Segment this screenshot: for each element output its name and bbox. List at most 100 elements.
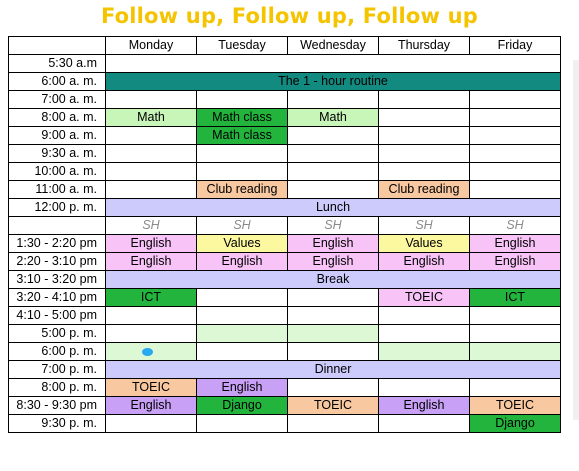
event-cell[interactable]: Django [196, 396, 288, 415]
empty-cell[interactable] [469, 324, 561, 343]
empty-cell[interactable] [469, 90, 561, 109]
event-cell[interactable]: English [287, 252, 379, 271]
empty-cell[interactable] [196, 414, 288, 433]
time-cell[interactable]: 4:10 - 5:00 pm [8, 306, 106, 325]
time-cell[interactable]: 5:30 a.m [8, 54, 106, 73]
time-cell[interactable]: 8:00 a. m. [8, 108, 106, 127]
time-cell[interactable]: 9:30 p. m. [8, 414, 106, 433]
empty-cell[interactable] [105, 180, 197, 199]
empty-cell[interactable] [287, 126, 379, 145]
empty-cell[interactable] [469, 126, 561, 145]
day-header-thursday[interactable]: Thursday [378, 36, 470, 55]
empty-cell[interactable] [287, 288, 379, 307]
empty-cell[interactable] [196, 288, 288, 307]
empty-cell[interactable] [196, 162, 288, 181]
empty-cell[interactable] [287, 342, 379, 361]
event-cell[interactable]: TOEIC [287, 396, 379, 415]
event-cell[interactable]: SH [469, 216, 561, 235]
empty-cell[interactable] [196, 90, 288, 109]
empty-cell[interactable] [105, 324, 197, 343]
empty-cell[interactable] [196, 324, 288, 343]
event-cell[interactable]: TOEIC [105, 378, 197, 397]
time-cell[interactable]: 5:00 p. m. [8, 324, 106, 343]
time-cell[interactable]: 9:30 a. m. [8, 144, 106, 163]
time-cell[interactable]: 8:30 - 9:30 pm [8, 396, 106, 415]
time-cell[interactable]: 6:00 a. m. [8, 72, 106, 91]
event-cell[interactable]: Math class [196, 126, 288, 145]
empty-cell[interactable] [378, 378, 470, 397]
event-cell[interactable]: English [105, 396, 197, 415]
event-cell[interactable]: ICT [105, 288, 197, 307]
empty-cell[interactable] [469, 306, 561, 325]
empty-cell[interactable] [196, 306, 288, 325]
event-cell[interactable]: Values [378, 234, 470, 253]
event-cell[interactable]: English [196, 378, 288, 397]
empty-cell[interactable] [378, 162, 470, 181]
event-cell[interactable]: English [378, 252, 470, 271]
empty-cell[interactable] [105, 162, 197, 181]
time-cell[interactable]: 8:00 p. m. [8, 378, 106, 397]
empty-cell[interactable] [105, 414, 197, 433]
event-cell[interactable]: SH [287, 216, 379, 235]
event-cell[interactable]: English [378, 396, 470, 415]
event-cell[interactable]: Math [105, 108, 197, 127]
empty-cell[interactable] [378, 324, 470, 343]
event-cell[interactable]: Dinner [105, 360, 561, 379]
empty-cell[interactable] [287, 378, 379, 397]
day-header-tuesday[interactable]: Tuesday [196, 36, 288, 55]
event-cell[interactable]: Club reading [196, 180, 288, 199]
time-cell[interactable]: 7:00 p. m. [8, 360, 106, 379]
empty-cell[interactable] [287, 306, 379, 325]
time-cell[interactable] [8, 216, 106, 235]
day-header-monday[interactable]: Monday [105, 36, 197, 55]
day-header-friday[interactable]: Friday [469, 36, 561, 55]
time-cell[interactable]: 11:00 a. m. [8, 180, 106, 199]
event-cell[interactable]: Math [287, 108, 379, 127]
event-cell[interactable]: SH [105, 216, 197, 235]
time-cell[interactable]: 10:00 a. m. [8, 162, 106, 181]
empty-cell[interactable] [105, 126, 197, 145]
event-cell[interactable]: Club reading [378, 180, 470, 199]
event-cell[interactable]: Math class [196, 108, 288, 127]
event-cell[interactable]: English [105, 252, 197, 271]
event-cell[interactable]: Values [196, 234, 288, 253]
event-cell[interactable]: SH [378, 216, 470, 235]
empty-cell[interactable] [287, 162, 379, 181]
vertical-scrollbar[interactable] [573, 60, 579, 420]
event-cell[interactable]: English [105, 234, 197, 253]
event-cell[interactable]: Django [469, 414, 561, 433]
empty-cell[interactable] [105, 90, 197, 109]
event-cell[interactable]: TOEIC [469, 396, 561, 415]
empty-cell[interactable] [469, 378, 561, 397]
time-cell[interactable]: 1:30 - 2:20 pm [8, 234, 106, 253]
empty-cell[interactable] [378, 108, 470, 127]
time-cell[interactable]: 3:10 - 3:20 pm [8, 270, 106, 289]
empty-cell[interactable] [196, 342, 288, 361]
empty-cell[interactable] [378, 126, 470, 145]
empty-cell[interactable] [469, 108, 561, 127]
empty-cell[interactable] [378, 414, 470, 433]
empty-cell[interactable] [469, 342, 561, 361]
time-cell[interactable]: 12:00 p. m. [8, 198, 106, 217]
empty-cell[interactable] [287, 414, 379, 433]
event-cell[interactable]: English [196, 252, 288, 271]
empty-cell[interactable] [469, 180, 561, 199]
empty-cell[interactable] [287, 144, 379, 163]
day-header-wednesday[interactable]: Wednesday [287, 36, 379, 55]
empty-cell[interactable] [105, 144, 197, 163]
empty-cell[interactable] [105, 306, 197, 325]
empty-cell[interactable] [196, 144, 288, 163]
event-cell[interactable]: TOEIC [378, 288, 470, 307]
time-cell[interactable]: 7:00 a. m. [8, 90, 106, 109]
time-cell[interactable]: 2:20 - 3:10 pm [8, 252, 106, 271]
time-cell[interactable]: 9:00 a. m. [8, 126, 106, 145]
event-cell[interactable]: Lunch [105, 198, 561, 217]
event-cell[interactable]: The 1 - hour routine [105, 72, 561, 91]
event-cell[interactable]: ICT [469, 288, 561, 307]
time-cell[interactable]: 3:20 - 4:10 pm [8, 288, 106, 307]
empty-cell[interactable] [378, 144, 470, 163]
event-cell[interactable]: Break [105, 270, 561, 289]
event-cell[interactable]: English [287, 234, 379, 253]
time-cell[interactable]: 6:00 p. m. [8, 342, 106, 361]
empty-cell[interactable] [287, 180, 379, 199]
